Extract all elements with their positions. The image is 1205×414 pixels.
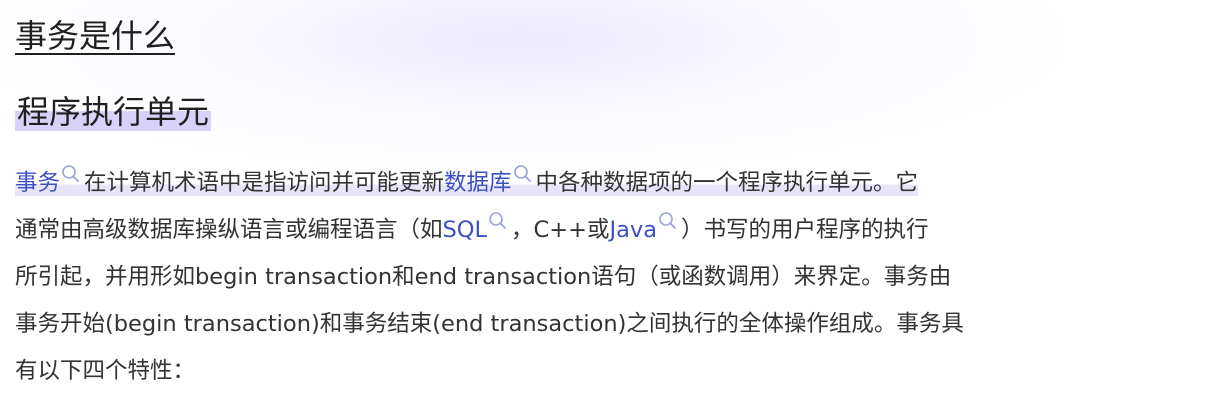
search-icon[interactable] [61,164,81,184]
highlighted-sentence: 事务 在计算机术语中是指访问并可能更新数据库 中各种数据项的一个程序执行单元。它 [15,165,919,196]
line2-text-a: 通常由高级数据库操纵语言或编程语言（如 [15,217,443,243]
subtitle-text: 程序执行单元 [15,93,212,131]
paragraph-line-3: 所引起，并用形如begin transaction和end transactio… [15,264,952,290]
paragraph-line-2: 通常由高级数据库操纵语言或编程语言（如SQL ，C++或Java ）书写的用户程序的… [15,207,1195,254]
definition-paragraph: 事务 在计算机术语中是指访问并可能更新数据库 中各种数据项的一个程序执行单元。它 通… [15,160,1195,395]
search-icon[interactable] [513,164,533,184]
search-icon[interactable] [658,211,678,231]
link-java[interactable]: Java [609,217,657,243]
search-icon[interactable] [488,211,508,231]
link-transaction[interactable]: 事务 [15,170,60,196]
line2-text-b: ，C++或 [511,217,610,243]
line1-text-b: 中各种数据项的一个程序执行单元。它 [535,170,919,196]
section-subtitle: 程序执行单元 [15,90,212,134]
paragraph-line-1: 事务 在计算机术语中是指访问并可能更新数据库 中各种数据项的一个程序执行单元。它 [15,160,1195,207]
line1-text-a: 在计算机术语中是指访问并可能更新 [84,170,445,196]
paragraph-line-4: 事务开始(begin transaction)和事务结束(end transac… [15,311,964,337]
link-database[interactable]: 数据库 [444,170,512,196]
page-title: 事务是什么 [15,17,176,55]
line2-text-c: ）书写的用户程序的执行 [681,217,929,243]
paragraph-line-5: 有以下四个特性： [15,358,196,384]
link-sql[interactable]: SQL [443,217,488,243]
